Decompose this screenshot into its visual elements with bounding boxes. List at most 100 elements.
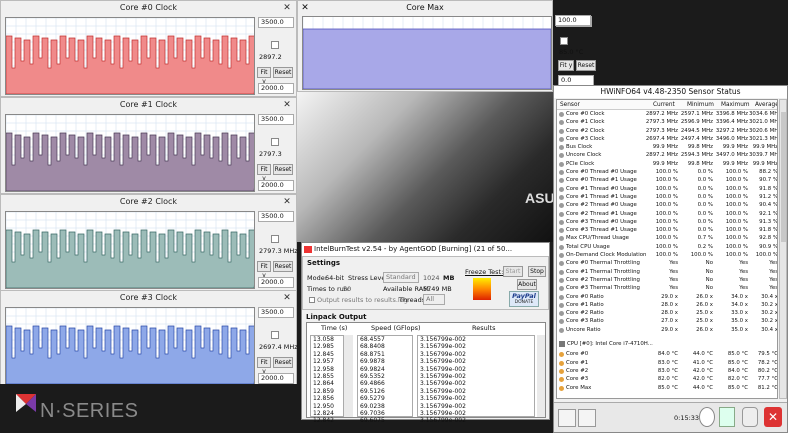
sensor-row[interactable]: Core #0 84.0 °C 44.0 °C 85.0 °C 79.5 °C bbox=[557, 350, 777, 358]
sensor-row[interactable]: On-Demand Clock Modulation 100.0 % 100.0 %… bbox=[557, 251, 777, 259]
reset-button[interactable]: Reset bbox=[273, 67, 293, 78]
sensor-row[interactable]: Core #3 Thermal Throttling Yes No Yes Yes bbox=[557, 284, 777, 292]
min-field[interactable]: 2000.0 bbox=[258, 180, 294, 191]
times-value[interactable]: 50 bbox=[343, 285, 351, 293]
sensor-cell: 25.0 x bbox=[696, 318, 713, 325]
sensor-row[interactable]: Core #3 Clock 2697.4 MHz 2497.4 MHz 3496.0 … bbox=[557, 135, 777, 143]
sensor-row[interactable]: Core #2 Thermal Throttling Yes No Yes Yes bbox=[557, 276, 777, 284]
sensor-row[interactable]: Core #3 82.0 °C 42.0 °C 82.0 °C 77.7 °C bbox=[557, 375, 777, 383]
fit-y-button[interactable]: Fit y bbox=[257, 67, 271, 85]
sensor-row[interactable]: Core #1 Ratio 28.0 x 26.0 x 34.0 x 30.2 x bbox=[557, 301, 777, 309]
sensor-row[interactable]: Uncore Ratio 29.0 x 26.0 x 35.0 x 30.4 x bbox=[557, 326, 777, 334]
graph-checkbox[interactable] bbox=[271, 331, 279, 339]
sensor-row[interactable]: Core #2 Clock 2797.3 MHz 2494.5 MHz 3297.2 … bbox=[557, 127, 777, 135]
header-average[interactable]: Average bbox=[755, 100, 777, 110]
close-icon[interactable]: ✕ bbox=[282, 197, 292, 207]
close-icon[interactable]: ✕ bbox=[282, 100, 292, 110]
core-max-max-field-2[interactable]: 100.0 bbox=[555, 15, 591, 26]
paypal-donate-button[interactable]: PayPal DONATE bbox=[509, 291, 539, 307]
nav-prev-button[interactable] bbox=[558, 409, 576, 427]
max-field[interactable]: 3500.0 bbox=[258, 17, 294, 28]
reset-button[interactable]: Reset bbox=[273, 164, 293, 175]
sensor-row[interactable]: Core #2 Thread #1 Usage 100.0 % 0.0 % 100.0… bbox=[557, 210, 777, 218]
sensor-cell: 79.5 °C bbox=[757, 351, 778, 358]
max-field[interactable]: 3500.0 bbox=[258, 211, 294, 222]
sensor-row[interactable]: Core #2 Thread #0 Usage 100.0 % 0.0 % 100.0… bbox=[557, 201, 777, 209]
sensor-icon bbox=[559, 368, 564, 374]
settings-gear-icon[interactable] bbox=[742, 407, 758, 427]
sensor-row[interactable]: Max CPU/Thread Usage 100.0 % 0.7 % 100.0 % 9… bbox=[557, 234, 777, 242]
min-field[interactable]: 2000.0 bbox=[258, 83, 294, 94]
sensor-row[interactable]: Core #2 83.0 °C 42.0 °C 84.0 °C 80.2 °C bbox=[557, 367, 777, 375]
header-current[interactable]: Current bbox=[653, 100, 675, 110]
min-field[interactable]: 2000.0 bbox=[258, 373, 294, 384]
sensor-row[interactable]: PCIe Clock 99.9 MHz 99.8 MHz 99.9 MHz 99.9 M… bbox=[557, 160, 777, 168]
sensor-row[interactable]: Core #1 Clock 2797.3 MHz 2596.9 MHz 3396.4 … bbox=[557, 118, 777, 126]
sensor-cell: 99.9 MHz bbox=[652, 160, 678, 167]
sensor-row[interactable]: Core #0 Thread #0 Usage 100.0 % 0.0 % 100.0… bbox=[557, 168, 777, 176]
close-icon[interactable]: ✕ bbox=[764, 407, 782, 427]
sensor-row[interactable]: Core #0 Ratio 29.0 x 26.0 x 34.0 x 30.4 x bbox=[557, 293, 777, 301]
nav-next-button[interactable] bbox=[578, 409, 596, 427]
sensor-row[interactable]: Core #1 Thread #1 Usage 100.0 % 0.0 % 100.0… bbox=[557, 193, 777, 201]
cpu-section-row[interactable]: CPU [#0]: Intel Core i7-4710H... bbox=[557, 340, 777, 348]
sensor-row[interactable]: Uncore Clock 2897.2 MHz 2594.3 MHz 3497.0 M… bbox=[557, 151, 777, 159]
sensor-row[interactable]: Core #1 Thermal Throttling Yes No Yes Yes bbox=[557, 268, 777, 276]
header-minimum[interactable]: Minimum bbox=[687, 100, 714, 110]
reset-button[interactable]: Reset bbox=[576, 60, 596, 71]
fit-y-button[interactable]: Fit y bbox=[558, 60, 574, 71]
sensor-row[interactable]: Core #2 Ratio 28.0 x 25.0 x 33.0 x 30.2 x bbox=[557, 309, 777, 317]
close-icon[interactable]: ✕ bbox=[300, 3, 310, 13]
scrollbar[interactable] bbox=[344, 335, 353, 417]
max-field[interactable]: 3500.0 bbox=[258, 114, 294, 125]
close-icon[interactable]: ✕ bbox=[282, 293, 292, 303]
sensor-row[interactable]: Core #3 Thread #0 Usage 100.0 % 0.0 % 100.0… bbox=[557, 218, 777, 226]
scrollbar-right[interactable] bbox=[537, 335, 545, 417]
sensor-row[interactable]: Core #3 Ratio 27.0 x 25.0 x 35.0 x 30.2 x bbox=[557, 317, 777, 325]
sensor-cell: Bus Clock bbox=[566, 144, 593, 151]
sensor-row[interactable]: Total CPU Usage 100.0 % 0.2 % 100.0 % 90.9 % bbox=[557, 243, 777, 251]
stop-button[interactable]: Stop bbox=[528, 266, 546, 277]
reset-button[interactable]: Reset bbox=[273, 357, 293, 368]
graph-checkbox[interactable] bbox=[271, 138, 279, 146]
fit-y-button[interactable]: Fit y bbox=[257, 261, 271, 279]
sensor-icon bbox=[559, 377, 564, 383]
sensor-row[interactable]: Core Max 85.0 °C 44.0 °C 85.0 °C 81.2 °C bbox=[557, 384, 777, 392]
sensor-scrollbar[interactable] bbox=[779, 99, 787, 399]
sensor-row[interactable]: Core #1 83.0 °C 41.0 °C 85.0 °C 78.2 °C bbox=[557, 359, 777, 367]
fit-y-button[interactable]: Fit y bbox=[257, 164, 271, 182]
sensor-row[interactable]: Core #3 Thread #1 Usage 100.0 % 0.0 % 100.0… bbox=[557, 226, 777, 234]
threads-select[interactable]: All bbox=[423, 294, 445, 305]
about-button[interactable]: About bbox=[517, 279, 537, 290]
output-checkbox[interactable] bbox=[309, 297, 315, 303]
graph-checkbox[interactable] bbox=[271, 41, 279, 49]
sensor-icon bbox=[559, 253, 564, 259]
max-field[interactable]: 3500.0 bbox=[258, 307, 294, 318]
min-field[interactable]: 2000.0 bbox=[258, 277, 294, 288]
graph-checkbox[interactable] bbox=[271, 235, 279, 243]
freeze-flame-icon[interactable] bbox=[473, 278, 491, 300]
header-maximum[interactable]: Maximum bbox=[721, 100, 750, 110]
sensor-row[interactable]: Bus Clock 99.9 MHz 99.8 MHz 99.9 MHz 99.9 MH… bbox=[557, 143, 777, 151]
clock-icon[interactable] bbox=[699, 407, 715, 427]
current-value: 2797.3 bbox=[259, 150, 282, 158]
core-max-checkbox[interactable] bbox=[560, 37, 568, 45]
mem-value: 1024 bbox=[423, 274, 440, 282]
sensor-cell: 0.0 % bbox=[697, 210, 713, 217]
fit-y-button[interactable]: Fit y bbox=[257, 357, 271, 375]
reset-button[interactable]: Reset bbox=[273, 261, 293, 272]
sensor-row[interactable]: Core #0 Clock 2897.2 MHz 2597.1 MHz 3396.8 … bbox=[557, 110, 777, 118]
sensor-row[interactable]: Core #1 Thread #0 Usage 100.0 % 0.0 % 100.0… bbox=[557, 185, 777, 193]
header-sensor[interactable]: Sensor bbox=[560, 100, 580, 110]
add-report-icon[interactable] bbox=[719, 407, 735, 427]
sensor-cell: 100.0 % bbox=[655, 210, 678, 217]
sensor-cell: 25.0 x bbox=[696, 310, 713, 317]
sensor-row[interactable]: Core #0 Thread #1 Usage 100.0 % 0.0 % 100.0… bbox=[557, 176, 777, 184]
start-button[interactable]: Start bbox=[503, 266, 523, 277]
stress-select[interactable]: Standard bbox=[383, 272, 419, 283]
scroll-thumb[interactable] bbox=[781, 112, 786, 242]
close-icon[interactable]: ✕ bbox=[282, 3, 292, 13]
mode-value[interactable]: 64-bit bbox=[325, 274, 344, 282]
current-value: 2697.4 MHz bbox=[259, 343, 298, 351]
sensor-row[interactable]: Core #0 Thermal Throttling Yes No Yes Yes bbox=[557, 259, 777, 267]
